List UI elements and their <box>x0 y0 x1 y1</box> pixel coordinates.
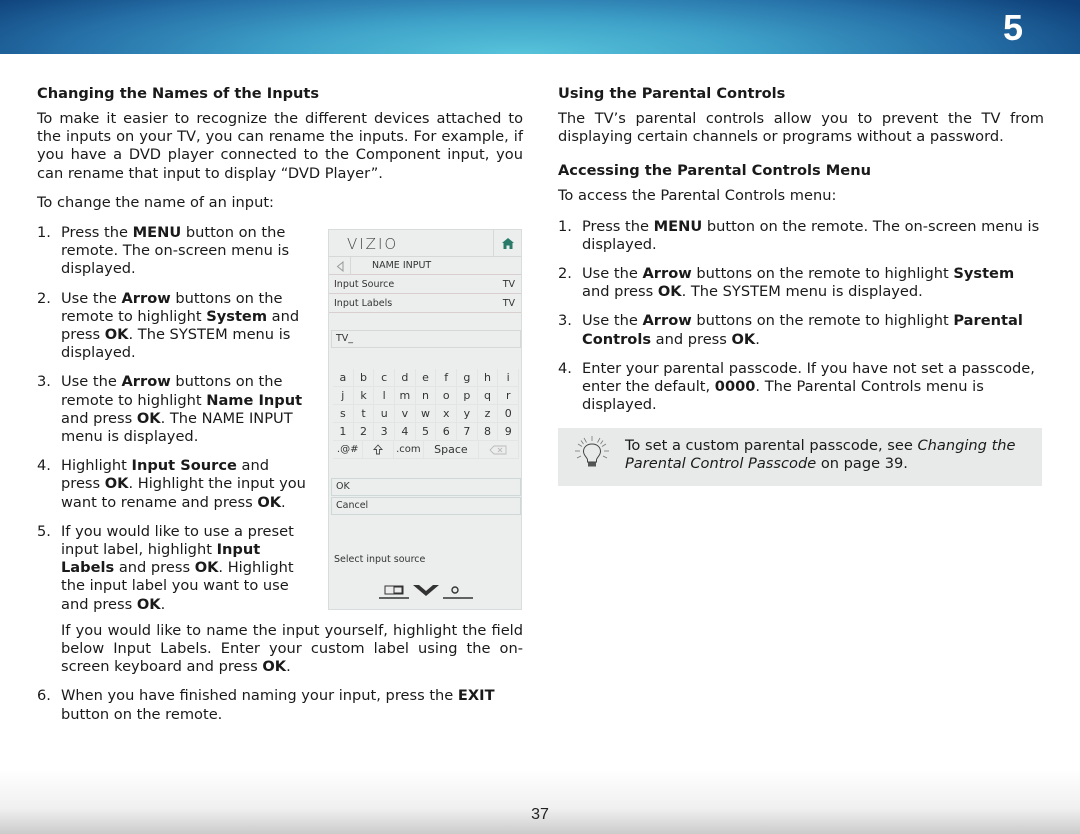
keyboard-key[interactable]: v <box>395 405 416 423</box>
right-column: Using the Parental Controls The TV’s par… <box>558 85 1044 425</box>
keyboard-key[interactable]: 7 <box>457 423 478 441</box>
section-heading: Changing the Names of the Inputs <box>37 85 320 102</box>
tv-menu-row-input-labels[interactable]: Input Labels TV <box>329 295 521 313</box>
keyboard-key[interactable]: n <box>415 387 437 405</box>
tv-menu-title-row: NAME INPUT <box>329 257 521 275</box>
keyboard-key[interactable]: z <box>477 405 499 423</box>
step-item: 1. Press the MENU button on the remote. … <box>558 217 1040 253</box>
keyboard-key[interactable]: c <box>374 369 396 387</box>
vizio-logo: VIZIO <box>347 235 399 253</box>
keyboard-key[interactable]: j <box>333 387 354 405</box>
on-screen-keyboard: a b c d e f g h i j k l m n o p q r s t u v w x y z 0 1 2 3 4 5 6 7 8 9 .@#.… <box>333 369 520 459</box>
section-heading: Using the Parental Controls <box>558 85 786 102</box>
keyboard-key[interactable]: l <box>374 387 396 405</box>
keyboard-key[interactable]: 1 <box>333 423 354 441</box>
keyboard-key[interactable]: p <box>457 387 478 405</box>
tv-menu-row-input-source[interactable]: Input Source TV <box>329 276 521 294</box>
step-item: 4. Enter your parental passcode. If you … <box>558 359 1035 414</box>
chapter-header-bar: 5 <box>0 0 1080 54</box>
keyboard-key[interactable]: s <box>333 405 354 423</box>
shift-key[interactable] <box>363 441 394 459</box>
step-item: 6. When you have finished naming your in… <box>37 687 495 723</box>
keyboard-key[interactable]: w <box>415 405 437 423</box>
keyboard-row: 123456789 <box>333 423 520 441</box>
step-item: 2. Use the Arrow buttons on the remote t… <box>37 289 300 362</box>
keyboard-key[interactable]: 9 <box>498 423 520 441</box>
page-number: 37 <box>531 806 549 823</box>
keyboard-key[interactable]: m <box>395 387 416 405</box>
keyboard-key[interactable]: f <box>436 369 458 387</box>
home-icon[interactable] <box>493 230 521 257</box>
dotcom-key[interactable]: .com <box>393 441 425 459</box>
vizio-v-icon[interactable] <box>413 585 439 596</box>
tip-box: To set a custom parental passcode, see C… <box>558 428 1042 486</box>
keyboard-key[interactable]: 3 <box>374 423 396 441</box>
keyboard-key[interactable]: 4 <box>395 423 416 441</box>
footer-gradient <box>0 770 1080 834</box>
keyboard-key[interactable]: k <box>353 387 375 405</box>
keyboard-key[interactable]: d <box>395 369 416 387</box>
custom-label-field[interactable]: TV_ <box>331 330 521 348</box>
keyboard-key[interactable]: r <box>498 387 520 405</box>
ok-button[interactable]: OK <box>331 478 521 496</box>
step-item: 3. Use the Arrow buttons on the remote t… <box>37 373 303 446</box>
lightbulb-icon <box>575 436 609 467</box>
tv-menu-bottom-icons <box>379 585 473 599</box>
keyboard-key[interactable]: x <box>436 405 458 423</box>
keyboard-row: jklmnopqr <box>333 387 520 405</box>
keyboard-key[interactable]: a <box>333 369 354 387</box>
step-item: 1. Press the MENU button on the remote. … <box>37 224 290 278</box>
backspace-icon <box>489 445 507 455</box>
step-item-continued: If you would like to name the input your… <box>61 621 523 676</box>
back-arrow-icon[interactable] <box>329 257 351 275</box>
tv-menu-hint: Select input source <box>334 554 426 565</box>
shift-arrow-icon <box>373 443 384 454</box>
keyboard-key[interactable]: 2 <box>353 423 375 441</box>
keyboard-key[interactable]: 0 <box>498 405 520 423</box>
keyboard-key[interactable]: 8 <box>477 423 499 441</box>
subsection-heading: Accessing the Parental Controls Menu <box>558 162 871 180</box>
keyboard-key[interactable]: y <box>457 405 478 423</box>
step-item: 5. If you would like to use a preset inp… <box>37 522 294 613</box>
keyboard-key[interactable]: o <box>436 387 458 405</box>
tip-text: To set a custom parental passcode, see C… <box>625 437 1016 473</box>
tv-name-input-menu: VIZIO NAME INPUT Input Source TV Input L… <box>328 229 522 610</box>
keyboard-row-bottom: .@# .com Space <box>333 441 519 459</box>
keyboard-key[interactable]: 6 <box>436 423 458 441</box>
intro-paragraph: To make it easier to recognize the diffe… <box>37 110 523 182</box>
tv-menu-top-bar: VIZIO <box>329 230 521 257</box>
chapter-number: 5 <box>1002 7 1023 48</box>
keyboard-key[interactable]: e <box>415 369 437 387</box>
keyboard-row: abcdefghi <box>333 369 520 387</box>
step-item: 4. Highlight Input Source and press OK. … <box>37 457 306 511</box>
keyboard-key[interactable]: b <box>353 369 375 387</box>
intro-paragraph: The TV’s parental controls allow you to … <box>558 110 1044 146</box>
keyboard-key[interactable]: g <box>457 369 478 387</box>
backspace-key[interactable] <box>478 441 519 459</box>
keyboard-key[interactable]: 5 <box>415 423 437 441</box>
symbols-key[interactable]: .@# <box>333 441 364 459</box>
step-item: 3. Use the Arrow buttons on the remote t… <box>558 312 1023 348</box>
keyboard-row: stuvwxyz0 <box>333 405 520 423</box>
keyboard-key[interactable]: u <box>374 405 396 423</box>
space-key[interactable]: Space <box>424 441 479 459</box>
keyboard-key[interactable]: q <box>477 387 499 405</box>
lead-paragraph: To access the Parental Controls menu: <box>558 187 837 205</box>
tv-menu-title: NAME INPUT <box>372 260 432 271</box>
settings-gear-icon[interactable] <box>443 586 473 599</box>
cancel-button[interactable]: Cancel <box>331 497 521 515</box>
lead-paragraph: To change the name of an input: <box>37 193 274 211</box>
step-item: 2. Use the Arrow buttons on the remote t… <box>558 265 1015 301</box>
input-source-icon[interactable] <box>379 585 409 599</box>
keyboard-key[interactable]: t <box>353 405 375 423</box>
keyboard-key[interactable]: h <box>477 369 499 387</box>
keyboard-key[interactable]: i <box>498 369 520 387</box>
